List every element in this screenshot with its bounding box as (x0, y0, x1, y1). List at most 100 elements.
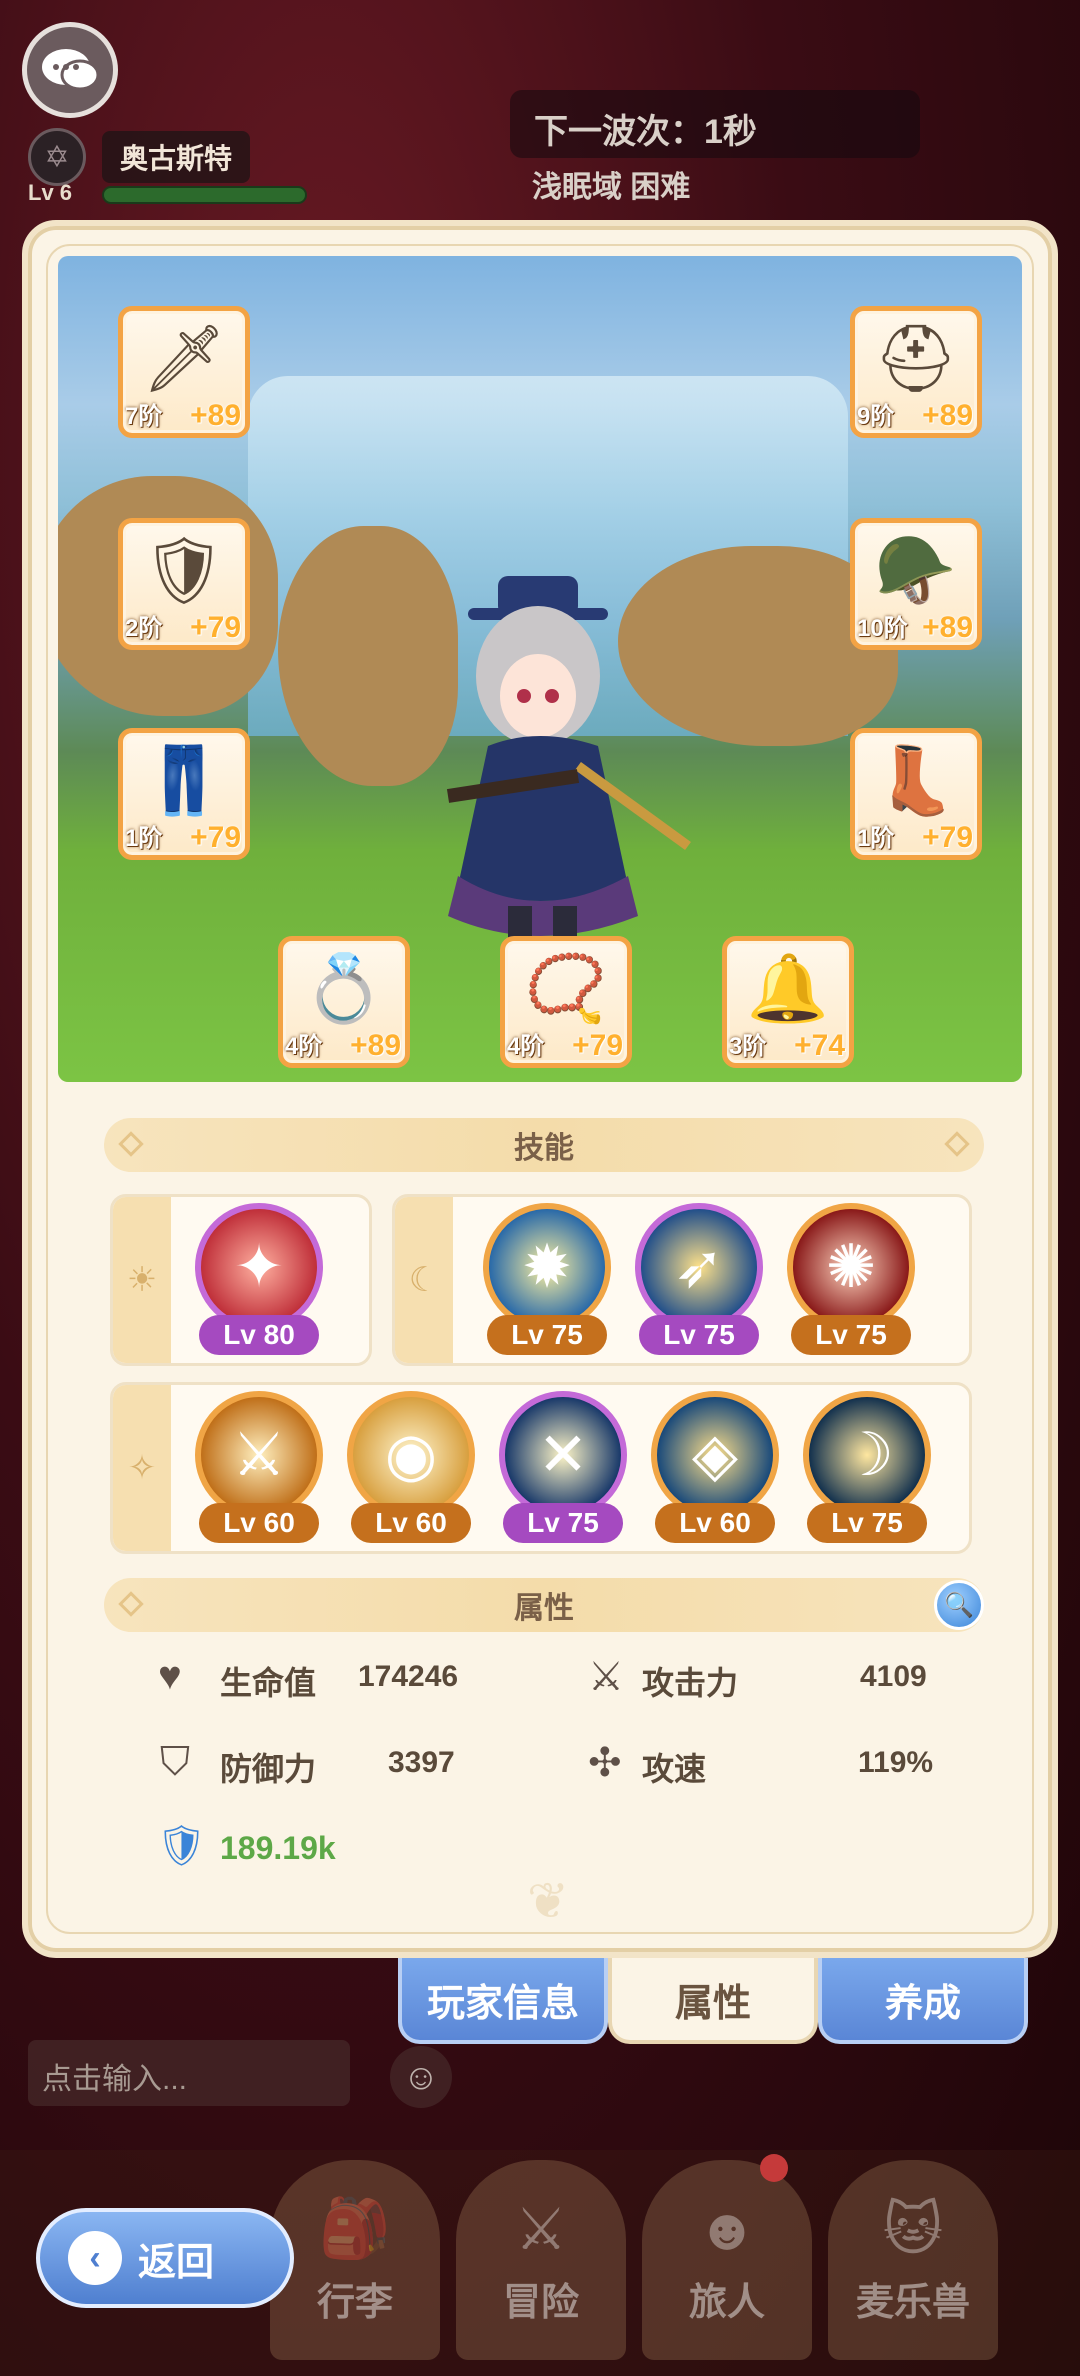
hp-label: 生命值 (220, 1665, 317, 1701)
dash-hero-icon: ➶ (635, 1203, 763, 1331)
equip-slot-ring[interactable]: 💍 4阶 +89 (278, 936, 410, 1068)
nav-adventure[interactable]: ⚔ 冒险 (456, 2160, 626, 2360)
heart-icon: ♥ (158, 1654, 182, 1698)
equip-tier: 9阶 (857, 403, 895, 430)
attribute-detail-button[interactable]: 🔍 (934, 1580, 984, 1630)
attack-speed-label: 攻速 (642, 1751, 707, 1787)
back-arrow-icon: ‹ (68, 2231, 122, 2285)
skills-header: 技能 (104, 1118, 984, 1172)
sword-icon: 🗡 (142, 321, 226, 395)
skill-level: Lv 60 (655, 1503, 775, 1543)
nav-pet[interactable]: 🐱 麦乐兽 (828, 2160, 998, 2360)
equip-tier: 2阶 (125, 615, 163, 642)
player-name: 奥古斯特 (102, 131, 251, 183)
slash-icon: ⚔ (195, 1391, 323, 1519)
equip-slot-charm[interactable]: 🔔 3阶 +74 (722, 936, 854, 1068)
shoulder-icon: 🪖 (874, 533, 958, 607)
smiley-icon: ☺ (402, 2056, 440, 2097)
tab-attributes[interactable]: 属性 (608, 1958, 818, 2044)
attack-value: 4109 (860, 1660, 927, 1693)
crescent-icon: ☽ (803, 1391, 931, 1519)
wave-countdown: 下一波次：1秒 (510, 90, 920, 158)
equip-tier: 3阶 (729, 1033, 767, 1060)
skill-level: Lv 75 (639, 1315, 759, 1355)
skill-slot[interactable]: ◉ Lv 60 (345, 1391, 477, 1543)
equip-slot-necklace[interactable]: 📿 4阶 +79 (500, 936, 632, 1068)
pet-icon: 🐱 (882, 2197, 944, 2262)
tab-develop[interactable]: 养成 (818, 1958, 1028, 2044)
nav-adventure-label: 冒险 (502, 2282, 579, 2324)
skill-level: Lv 60 (199, 1503, 319, 1543)
armor-icon: 🛡 (142, 533, 226, 607)
notification-dot (760, 2154, 788, 2182)
skill-level: Lv 60 (351, 1503, 471, 1543)
player-info-row: ✡ 奥古斯特 (28, 128, 251, 186)
equip-slot-helmet[interactable]: ⛑ 9阶 +89 (850, 306, 982, 438)
hp-value: 174246 (358, 1660, 459, 1693)
skill-slot[interactable]: ◈ Lv 60 (649, 1391, 781, 1543)
equip-tier: 10阶 (857, 615, 908, 642)
chat-bubble-icon (42, 49, 100, 91)
skill-slot[interactable]: ☽ Lv 75 (801, 1391, 933, 1543)
player-hp-bar (102, 186, 307, 204)
equip-enhance: +89 (350, 1029, 401, 1062)
search-icon: 🔍 (944, 1591, 974, 1619)
attributes-header: 属性 🔍 (104, 1578, 984, 1632)
pants-icon: 👖 (142, 743, 226, 817)
crossed-swords-icon: ⚔ (515, 2197, 567, 2262)
eagle-eye-icon: ◈ (651, 1391, 779, 1519)
nav-traveler-label: 旅人 (688, 2282, 765, 2324)
necklace-icon: 📿 (524, 951, 608, 1025)
equip-tier: 1阶 (125, 825, 163, 852)
skills-title: 技能 (514, 1132, 574, 1165)
nav-pet-label: 麦乐兽 (855, 2282, 970, 2324)
equip-slot-boots[interactable]: 👢 1阶 +79 (850, 728, 982, 860)
equip-enhance: +79 (572, 1029, 623, 1062)
skill-slot[interactable]: ⚔ Lv 60 (193, 1391, 325, 1543)
emoji-button[interactable]: ☺ (390, 2046, 452, 2108)
sun-icon: ☀ (113, 1197, 171, 1363)
player-rank-icon[interactable]: ✡ (28, 128, 86, 186)
chat-input[interactable]: 点击输入... (28, 2040, 350, 2106)
nav-traveler[interactable]: ☻ 旅人 (642, 2160, 812, 2360)
attack-speed-icon: ✣ (588, 1741, 622, 1785)
diamond-ornament-icon (944, 1131, 970, 1157)
skill-slot[interactable]: ✹ Lv 75 (481, 1203, 613, 1355)
equip-enhance: +89 (190, 399, 241, 432)
defense-label: 防御力 (220, 1751, 317, 1787)
skill-slot[interactable]: ➶ Lv 75 (633, 1203, 765, 1355)
equip-enhance: +79 (190, 821, 241, 854)
sparkle-icon: ✧ (113, 1385, 171, 1551)
equip-slot-shoulder[interactable]: 🪖 10阶 +89 (850, 518, 982, 650)
boots-icon: 👢 (874, 743, 958, 817)
skill-slot[interactable]: ✦ Lv 80 (193, 1203, 325, 1355)
helmet-icon: ⛑ (874, 321, 958, 395)
star-burst-icon: ✦ (195, 1203, 323, 1331)
equip-slot-pants[interactable]: 👖 1阶 +79 (118, 728, 250, 860)
skill-row-star: ✧ ⚔ Lv 60 ◉ Lv 60 ✕ Lv 75 ◈ Lv 60 ☽ Lv 7… (110, 1382, 972, 1554)
moon-icon: ☾ (395, 1197, 453, 1363)
cross-blade-icon: ✕ (499, 1391, 627, 1519)
equip-tier: 4阶 (285, 1033, 323, 1060)
equip-enhance: +79 (922, 821, 973, 854)
character-panel: 🗡 7阶 +89 ⛑ 9阶 +89 🛡 2阶 +79 🪖 10阶 +89 👖 1… (22, 220, 1058, 1958)
attack-speed-value: 119% (858, 1746, 934, 1779)
equip-tier: 7阶 (125, 403, 163, 430)
ornament-icon: ❦ (527, 1873, 569, 1929)
chat-bubble-button[interactable] (22, 22, 118, 118)
charm-icon: 🔔 (746, 951, 830, 1025)
skill-level: Lv 75 (503, 1503, 623, 1543)
nav-bag-label: 行李 (316, 2282, 393, 2324)
skill-slot[interactable]: ✕ Lv 75 (497, 1391, 629, 1543)
skill-row-moon: ☾ ✹ Lv 75 ➶ Lv 75 ✺ Lv 75 (392, 1194, 972, 1366)
back-label: 返回 (138, 2241, 215, 2284)
nav-bag[interactable]: 🎒 行李 (270, 2160, 440, 2360)
attributes-title: 属性 (514, 1592, 574, 1625)
equip-slot-weapon[interactable]: 🗡 7阶 +89 (118, 306, 250, 438)
skill-slot[interactable]: ✺ Lv 75 (785, 1203, 917, 1355)
back-button[interactable]: ‹ 返回 (36, 2208, 294, 2308)
equip-tier: 4阶 (507, 1033, 545, 1060)
tab-player-info[interactable]: 玩家信息 (398, 1958, 608, 2044)
equip-slot-armor[interactable]: 🛡 2阶 +79 (118, 518, 250, 650)
defense-value: 3397 (388, 1746, 455, 1779)
